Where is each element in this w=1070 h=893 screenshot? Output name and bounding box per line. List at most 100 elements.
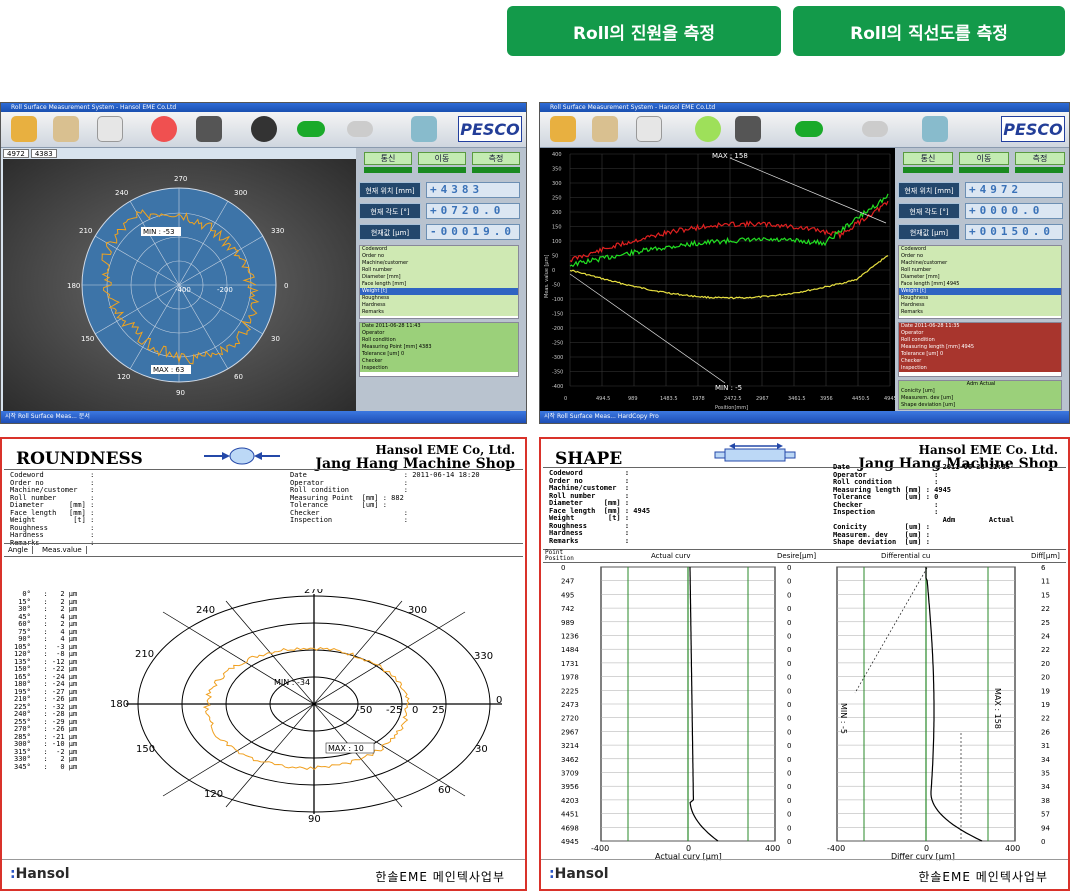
desire-value: 0 (787, 564, 791, 572)
position-value: 3709 (561, 770, 579, 778)
min-label: MIN : -5 (715, 384, 742, 392)
svg-text:0: 0 (412, 705, 418, 716)
position-value: 1978 (561, 674, 579, 682)
desire-value: 0 (787, 742, 791, 750)
control-panel: 통신 이동 측정 현재 위치 [mm] +4383 현재 각도 [°] +072… (356, 148, 526, 411)
svg-text:330: 330 (271, 227, 284, 235)
comm-button[interactable]: 통신 (364, 152, 412, 165)
profile-chart: 400 350 300 250 200 150 100 50 0 -50 -100 -150 -200 -… (544, 152, 897, 411)
chart-icon[interactable] (922, 116, 948, 142)
max-label: MAX : 63 (153, 366, 184, 374)
measure-fields: Date : 2011-06-14 18:20 Operator : Roll … (290, 471, 480, 524)
move-icon[interactable] (695, 116, 721, 142)
angle-header: Angle (8, 546, 33, 554)
report-icon[interactable] (97, 116, 123, 142)
desire-value: 0 (787, 646, 791, 654)
rotate-icon[interactable] (151, 116, 177, 142)
start-icon[interactable] (795, 121, 823, 137)
comm-button[interactable]: 통신 (903, 152, 953, 165)
svg-text:60: 60 (438, 785, 451, 796)
diff-value: 19 (1041, 687, 1050, 695)
min-label: MIN : -34 (274, 678, 310, 687)
diff-value: 22 (1041, 605, 1050, 613)
report-icon[interactable] (636, 116, 662, 142)
diff-value: 22 (1041, 715, 1050, 723)
roll-shape-icon (714, 443, 796, 462)
window-title: Roll Surface Measurement System - Hansol… (540, 103, 1069, 112)
max-label: MAX : 10 (328, 744, 364, 753)
measure-roundness-button[interactable]: Roll의 진원을 측정 (507, 6, 781, 56)
measure-button[interactable]: 측정 (472, 152, 520, 165)
diffv-header: Diff[µm] (1031, 552, 1060, 560)
diff-header: Differential cu (881, 552, 931, 560)
roundness-app-screenshot: Roll Surface Measurement System - Hansol… (0, 102, 527, 424)
start-icon[interactable] (297, 121, 325, 137)
diff-value: 38 (1041, 797, 1050, 805)
y-tick-label: 400 (552, 152, 562, 158)
position-label: 현재 위치 [mm] (359, 182, 421, 198)
measure-straightness-button[interactable]: Roll의 직선도를 측정 (793, 6, 1065, 56)
angle-value-list: 0° : 2 µm 15° : 2 µm 30° : 2 µm 45° : 4 … (14, 590, 78, 771)
meas-label: 현재값 [µm] (359, 224, 421, 240)
x-tick-label: 0 (564, 396, 567, 402)
measure-button[interactable]: 측정 (1015, 152, 1065, 165)
footer-text: 한솔EME 메인텍사업부 (918, 870, 1048, 884)
window-title: Roll Surface Measurement System - Hansol… (1, 103, 526, 112)
motor-icon[interactable] (196, 116, 222, 142)
motor-icon[interactable] (735, 116, 761, 142)
measurement-info-fields: Date 2011-06-28 11:43 Operator Roll condit… (359, 322, 519, 377)
move-button[interactable]: 이동 (959, 152, 1009, 165)
y-tick-label: -100 (552, 297, 563, 303)
roll-fields: Codeword : Order no : Machine/customer :… (10, 471, 95, 547)
position-value: 3214 (561, 742, 579, 750)
svg-text:-50: -50 (356, 705, 372, 716)
diff-value: 94 (1041, 824, 1050, 832)
y-axis-label: Meas. value [µm] (544, 255, 550, 298)
y-tick-label: -150 (552, 312, 563, 318)
roundness-polar-chart: 270 300 330 0 30 60 90 120 150 180 210 2… (110, 589, 502, 825)
desire-value: 0 (787, 619, 791, 627)
position-value: 1484 (561, 646, 579, 654)
measure-fields: Date : 2011-06-28 11:35 Operator : Roll … (833, 463, 1015, 546)
position-value: 4451 (561, 811, 579, 819)
position-value: 3956 (561, 783, 579, 791)
diff-value: 24 (1041, 633, 1050, 641)
desire-value: 0 (787, 674, 791, 682)
x-tick-label: 494.5 (596, 396, 610, 402)
diff-value: 20 (1041, 660, 1050, 668)
measure-icon[interactable] (550, 116, 576, 142)
shape-report: SHAPE Hansol EME Co. Ltd. Jang Hang Machi… (539, 437, 1070, 891)
svg-text:150: 150 (136, 744, 155, 755)
stop-icon[interactable] (347, 121, 373, 137)
chart-icon[interactable] (411, 116, 437, 142)
y-tick-label: 150 (552, 225, 562, 231)
position-readout: 4972 4383 (3, 149, 57, 158)
print-icon[interactable] (592, 116, 618, 142)
svg-text:240: 240 (115, 189, 128, 197)
svg-text:300: 300 (234, 189, 247, 197)
taskbar: 시작 Roll Surface Meas... HardCopy Pro (540, 411, 1069, 423)
angle-value: +0000.0 (965, 203, 1063, 219)
actual-header: Actual curv (651, 552, 691, 560)
measure-icon[interactable] (11, 116, 37, 142)
company-name: Hansol EME Co. Ltd. (918, 443, 1058, 457)
meas-value: -00019.0 (426, 224, 520, 240)
svg-text:30: 30 (475, 744, 488, 755)
desire-value: 0 (787, 797, 791, 805)
move-button[interactable]: 이동 (418, 152, 466, 165)
position-value: 1731 (561, 660, 579, 668)
y-tick-label: 200 (552, 210, 562, 216)
control-panel: 통신 이동 측정 현재 위치 [mm] +4972 현재 각도 [°] +000… (895, 148, 1069, 411)
gauge-icon[interactable] (251, 116, 277, 142)
print-icon[interactable] (53, 116, 79, 142)
diff-value: 57 (1041, 811, 1050, 819)
svg-text:270: 270 (174, 175, 187, 183)
stop-icon[interactable] (862, 121, 888, 137)
svg-text:210: 210 (135, 649, 154, 660)
svg-text:-400: -400 (591, 844, 609, 853)
y-tick-label: 250 (552, 196, 562, 202)
roll-info-fields: Codeword Order no Machine/customer Roll num… (359, 245, 519, 319)
diff-value: 22 (1041, 646, 1050, 654)
point-header: Point Position (545, 549, 574, 562)
desire-value: 0 (787, 591, 791, 599)
